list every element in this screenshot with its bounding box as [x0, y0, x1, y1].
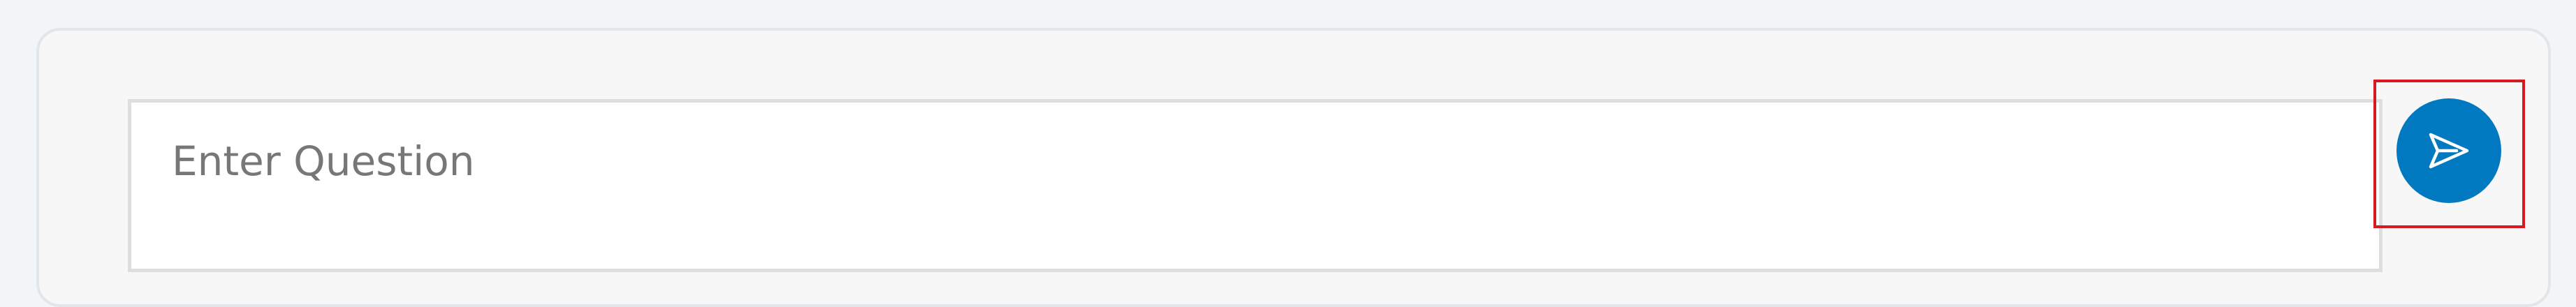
send-button[interactable]: [2396, 98, 2501, 203]
question-input[interactable]: [172, 136, 2339, 235]
question-composer-panel: [36, 28, 2551, 307]
send-icon: [2429, 133, 2469, 169]
question-input-container[interactable]: [128, 99, 2383, 272]
